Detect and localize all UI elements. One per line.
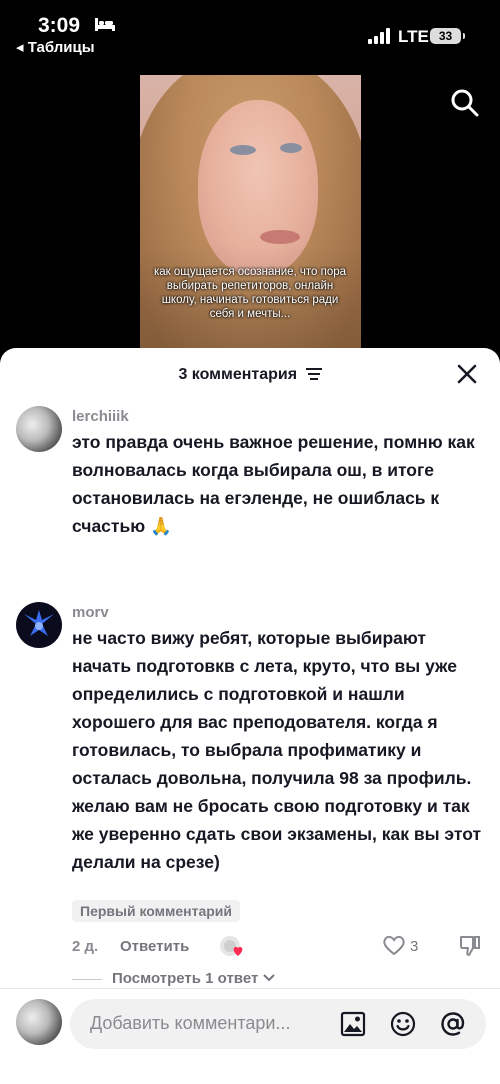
close-icon[interactable] — [457, 364, 477, 384]
view-replies-label: Посмотреть 1 ответ — [112, 970, 259, 987]
comment-input-placeholder: Добавить комментари... — [90, 1013, 291, 1033]
creator-liked-icon — [220, 936, 243, 956]
sleep-focus-icon — [95, 18, 115, 31]
divider — [72, 978, 102, 980]
my-avatar — [16, 999, 62, 1045]
status-time: 3:09 — [38, 14, 81, 37]
back-to-app-link[interactable]: ◂ Таблицы — [16, 38, 95, 56]
status-bar: 3:09 ◂ Таблицы LTE 33 — [0, 0, 500, 60]
comments-sheet: 3 комментария lerchiiik это правда очень… — [0, 348, 500, 1084]
like-count: 3 — [410, 938, 419, 955]
at-icon[interactable] — [440, 1011, 466, 1037]
comment-text: это правда очень важное решение, помню к… — [72, 432, 475, 536]
heart-outline-icon[interactable] — [382, 934, 406, 956]
video-thumbnail[interactable]: как ощущается осознание, что пора выбира… — [140, 75, 361, 350]
video-image-eye — [230, 145, 256, 155]
comment-username[interactable]: morv — [72, 604, 109, 621]
network-type: LTE — [398, 27, 429, 46]
filter-icon[interactable] — [305, 367, 322, 381]
avatar[interactable] — [16, 602, 62, 648]
comments-header: 3 комментария — [0, 366, 500, 384]
comment-text: не часто вижу ребят, которые выбирают на… — [72, 628, 482, 872]
comment-username[interactable]: lerchiiik — [72, 408, 129, 425]
battery-icon: 33 — [430, 28, 465, 44]
image-icon[interactable] — [340, 1011, 366, 1037]
signal-icon — [368, 28, 390, 44]
video-image-eye — [280, 143, 302, 153]
avatar[interactable] — [16, 406, 62, 452]
search-icon[interactable] — [450, 88, 480, 118]
chevron-down-icon — [262, 974, 275, 982]
first-comment-badge: Первый комментарий — [72, 900, 241, 922]
emoji-icon[interactable] — [390, 1011, 416, 1037]
avatar-image — [24, 610, 54, 636]
reply-button[interactable]: Ответить — [120, 938, 189, 955]
comment-input[interactable]: Добавить комментари... — [70, 999, 486, 1049]
video-caption: как ощущается осознание, что пора выбира… — [153, 266, 347, 320]
view-replies-link[interactable]: Посмотреть 1 ответ — [72, 970, 275, 987]
video-image-lips — [260, 230, 300, 244]
comment-composer: Добавить комментари... — [0, 988, 500, 1084]
thumbs-down-icon[interactable] — [458, 934, 482, 958]
comment-time: 2 д. — [72, 938, 99, 955]
comments-count-title: 3 комментария — [178, 366, 298, 383]
